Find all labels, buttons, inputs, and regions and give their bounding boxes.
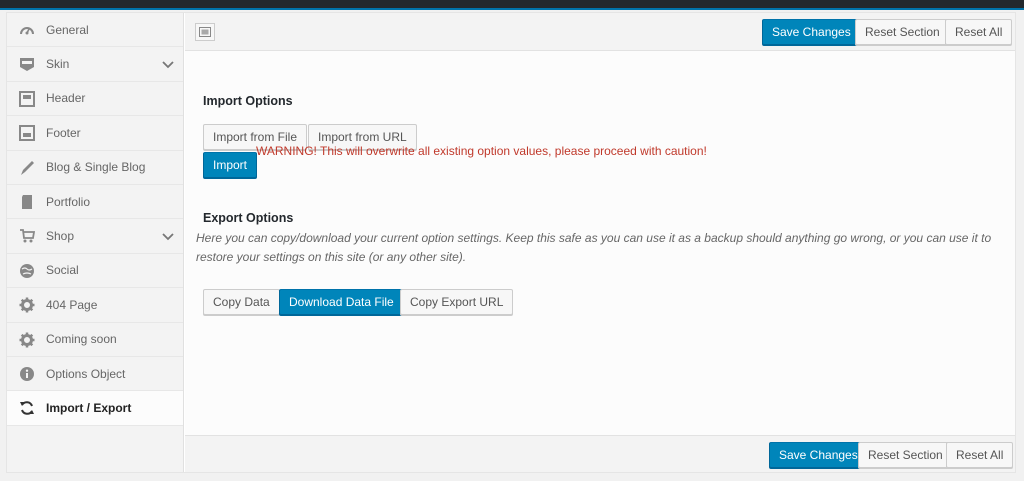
bottom-toolbar: Save Changes Reset Section Reset All	[185, 435, 1015, 472]
import-warning-text: WARNING! This will overwrite all existin…	[256, 144, 707, 158]
copy-export-url-button[interactable]: Copy Export URL	[400, 289, 514, 315]
sidebar-item-coming-soon[interactable]: Coming soon	[7, 322, 183, 357]
layout-toggle-icon[interactable]	[195, 23, 215, 41]
options-sidebar: General Skin Header Footer Blog & Single…	[7, 13, 184, 472]
refresh-icon	[19, 400, 35, 416]
css-icon	[19, 56, 35, 72]
sidebar-item-blog[interactable]: Blog & Single Blog	[7, 150, 183, 185]
sidebar-item-label: Coming soon	[46, 332, 117, 347]
footer-reset-all-button[interactable]: Reset All	[946, 442, 1014, 468]
top-toolbar: Save Changes Reset Section Reset All	[185, 13, 1015, 51]
reset-section-button[interactable]: Reset Section	[855, 19, 950, 45]
import-button[interactable]: Import	[203, 152, 258, 178]
header-layout-icon	[19, 90, 35, 107]
sidebar-item-portfolio[interactable]: Portfolio	[7, 184, 183, 220]
sidebar-item-label: Options Object	[46, 366, 126, 381]
sidebar-item-header[interactable]: Header	[7, 81, 183, 117]
speedometer-icon	[19, 22, 35, 38]
sidebar-item-label: Header	[46, 91, 86, 106]
sidebar-item-label: Shop	[46, 229, 75, 244]
sidebar-item-social[interactable]: Social	[7, 253, 183, 289]
gear-icon	[19, 297, 35, 313]
chevron-down-icon[interactable]	[161, 229, 175, 243]
admin-top-bar	[0, 0, 1024, 10]
sidebar-item-404[interactable]: 404 Page	[7, 288, 183, 323]
import-options-heading: Import Options	[203, 94, 293, 108]
info-icon	[19, 366, 35, 382]
save-button[interactable]: Save Changes	[762, 19, 861, 45]
gear-icon	[19, 332, 35, 348]
chevron-down-icon[interactable]	[161, 57, 175, 71]
footer-layout-icon	[19, 125, 35, 142]
sidebar-item-label: Blog & Single Blog	[46, 160, 146, 175]
sidebar-item-footer[interactable]: Footer	[7, 116, 183, 151]
sidebar-item-label: 404 Page	[46, 297, 98, 312]
sidebar-item-label: Skin	[46, 57, 70, 72]
sidebar-item-general[interactable]: General	[7, 13, 183, 48]
pencil-icon	[19, 160, 35, 176]
sidebar-item-skin[interactable]: Skin	[7, 47, 183, 82]
document-icon	[19, 194, 35, 210]
sidebar-item-label: Import / Export	[46, 400, 132, 415]
sidebar-item-label: Footer	[46, 125, 81, 140]
export-options-heading: Export Options	[203, 211, 294, 225]
sidebar-item-label: General	[46, 22, 89, 37]
globe-icon	[19, 263, 35, 279]
download-data-file-button[interactable]: Download Data File	[279, 289, 404, 315]
sidebar-item-label: Social	[46, 263, 79, 278]
export-description: Here you can copy/download your current …	[196, 231, 992, 264]
reset-all-button[interactable]: Reset All	[945, 19, 1013, 45]
sidebar-item-shop[interactable]: Shop	[7, 219, 183, 254]
sidebar-item-label: Portfolio	[46, 194, 91, 209]
footer-save-button[interactable]: Save Changes	[769, 442, 868, 468]
sidebar-item-options-object[interactable]: Options Object	[7, 356, 183, 392]
cart-icon	[19, 228, 35, 244]
sidebar-item-import-export[interactable]: Import / Export	[7, 391, 183, 426]
footer-reset-section-button[interactable]: Reset Section	[858, 442, 953, 468]
copy-data-button[interactable]: Copy Data	[203, 289, 280, 315]
